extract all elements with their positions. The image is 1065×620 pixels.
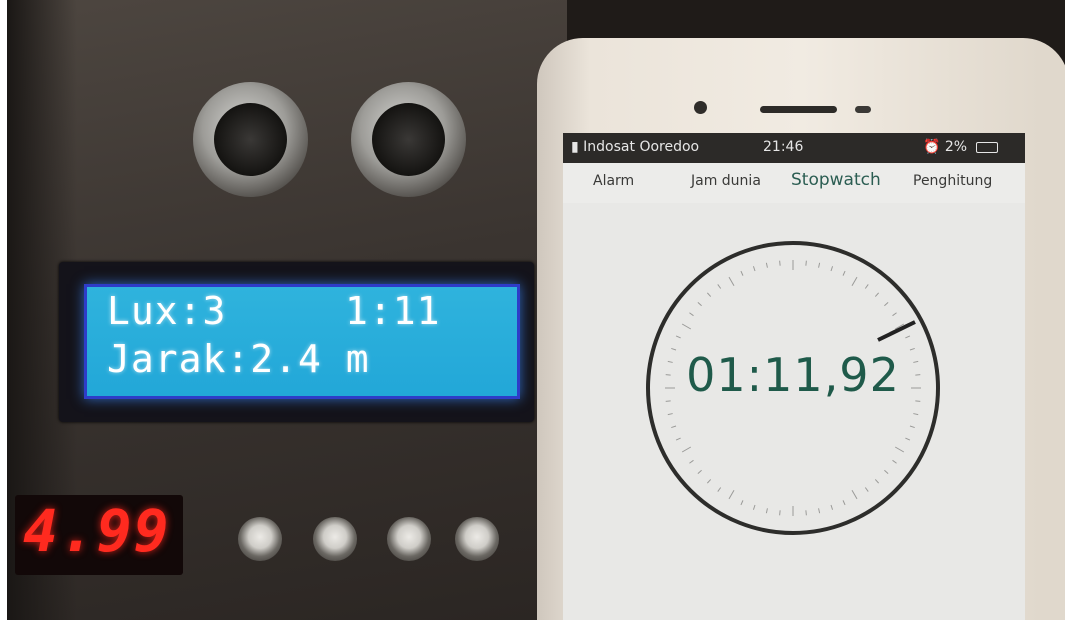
dial-tick [765, 508, 768, 514]
dial-tick [818, 262, 821, 268]
ultrasonic-sensor-right [351, 82, 466, 197]
seven-segment-display: 4.99 [15, 495, 183, 575]
signal-icon: ▮ [571, 139, 579, 155]
stopwatch-time: 01:11,92 [686, 348, 900, 402]
dial-tick [805, 510, 807, 516]
dial-tick [851, 276, 858, 287]
phone-screen: ▮ Indosat Ooredoo 21:46 ⏰ 2% Alarm Jam d… [563, 133, 1025, 620]
dial-tick [728, 276, 735, 287]
dial-tick [913, 413, 919, 416]
lcd-line1-right: 1:11 [345, 289, 441, 333]
dial-tick [717, 487, 722, 492]
alarm-clock-icon: ⏰ [923, 139, 941, 155]
dial-tick [667, 413, 673, 416]
front-camera-icon [694, 101, 707, 114]
dial-tick [675, 335, 681, 339]
dial-tick [842, 270, 846, 276]
dial-tick [884, 301, 889, 307]
dial-tick [874, 292, 880, 297]
dial-tick [717, 284, 722, 289]
lcd-line1-left: Lux:3 [107, 289, 227, 333]
dial-tick [894, 446, 905, 453]
carrier-name: Indosat Ooredoo [583, 139, 700, 155]
dial-tick [842, 500, 846, 506]
dial-tick [892, 459, 897, 464]
dial-tick [779, 260, 781, 266]
dial-tick [905, 335, 911, 339]
battery-percent: 2% [944, 139, 968, 155]
dial-tick [697, 301, 702, 307]
lcd-module: Lux:3 1:11 Jarak:2.4 m [59, 262, 534, 422]
dial-tick [671, 425, 677, 429]
dial-tick [830, 266, 834, 272]
tab-jam-dunia[interactable]: Jam dunia [691, 173, 761, 189]
dial-tick [765, 262, 768, 268]
dial-tick [697, 469, 702, 475]
dial-tick [681, 446, 692, 453]
dial-tick [892, 312, 897, 317]
dial-tick [830, 504, 834, 510]
dial-tick [681, 323, 692, 330]
proximity-sensor [855, 106, 871, 113]
battery-icon [975, 141, 998, 153]
status-time: 21:46 [763, 139, 804, 155]
push-button-3[interactable] [387, 517, 431, 561]
lcd-line2: Jarak:2.4 m [107, 337, 370, 381]
dial-tick [864, 487, 869, 492]
lcd-screen: Lux:3 1:11 Jarak:2.4 m [84, 284, 520, 399]
dial-tick [805, 260, 807, 266]
smartphone: ▮ Indosat Ooredoo 21:46 ⏰ 2% Alarm Jam d… [537, 38, 1065, 620]
dial-tick [874, 479, 880, 484]
dial-tick [752, 266, 756, 272]
status-bar: ▮ Indosat Ooredoo 21:46 ⏰ 2% [563, 133, 1025, 163]
push-button-4[interactable] [455, 517, 499, 561]
dial-tick [884, 469, 889, 475]
dial-tick [851, 489, 858, 500]
dial-tick [706, 292, 712, 297]
dial-tick [740, 500, 744, 506]
push-button-1[interactable] [238, 517, 282, 561]
dial-tick [818, 508, 821, 514]
tab-penghitung[interactable]: Penghitung [913, 173, 992, 189]
photo: Lux:3 1:11 Jarak:2.4 m 4.99 ▮ Indosat Oo… [7, 0, 1065, 620]
dial-tick [864, 284, 869, 289]
clock-tabs: Alarm Jam dunia Stopwatch Penghitung [563, 163, 1025, 203]
device-board: Lux:3 1:11 Jarak:2.4 m 4.99 [7, 0, 567, 620]
stopwatch-hand [877, 320, 916, 342]
dial-tick [779, 510, 781, 516]
tab-stopwatch[interactable]: Stopwatch [791, 170, 881, 190]
dial-tick [740, 270, 744, 276]
dial-tick [752, 504, 756, 510]
dial-tick [706, 479, 712, 484]
dial-tick [728, 489, 735, 500]
ultrasonic-sensor-left [193, 82, 308, 197]
dial-tick [905, 437, 911, 441]
earpiece-speaker [760, 106, 837, 113]
push-button-2[interactable] [313, 517, 357, 561]
dial-tick [689, 459, 694, 464]
seven-segment-value: 4.99 [23, 497, 171, 565]
tab-alarm[interactable]: Alarm [593, 173, 634, 189]
dial-tick [689, 312, 694, 317]
dial-tick [675, 437, 681, 441]
dial-tick [909, 425, 915, 429]
